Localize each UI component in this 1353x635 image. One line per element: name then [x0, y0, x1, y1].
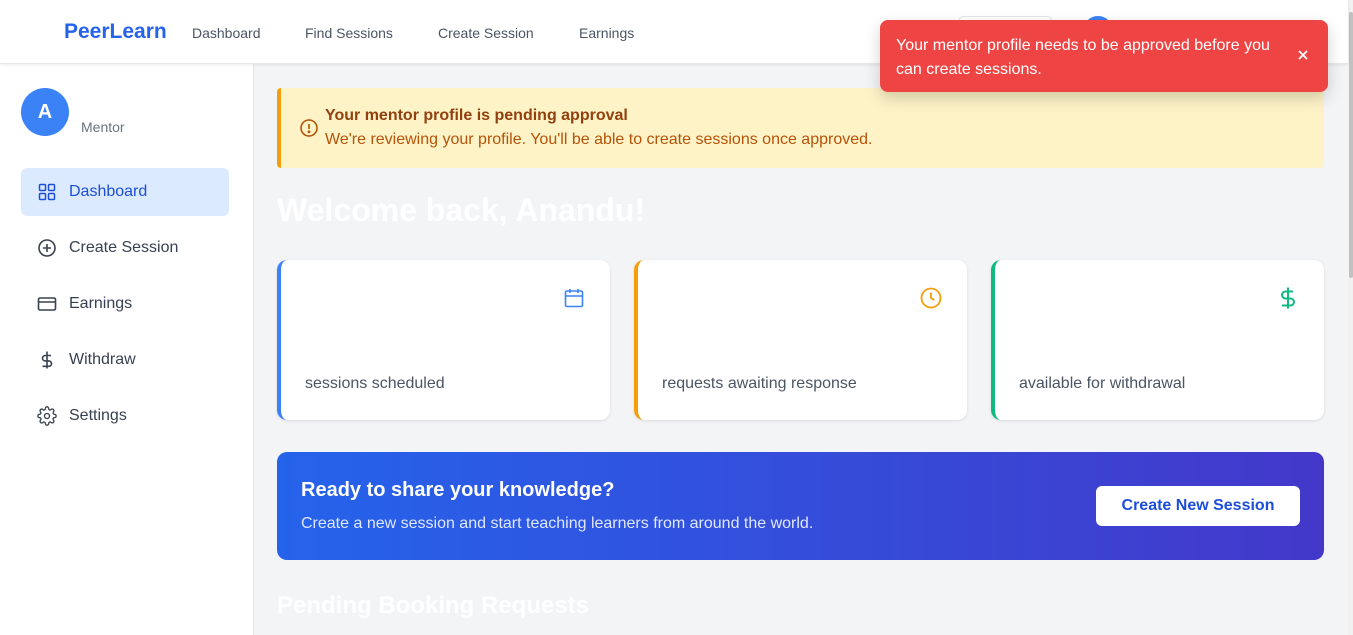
gear-icon [37, 406, 57, 426]
alert-title: Your mentor profile is pending approval [325, 107, 628, 124]
clock-icon [919, 286, 943, 310]
sidebar-item-withdraw[interactable]: Withdraw [21, 336, 229, 384]
sidebar-item-create-session[interactable]: Create Session [21, 224, 229, 272]
sidebar-item-label: Create Session [69, 239, 179, 256]
stat-card-sessions: sessions scheduled [277, 260, 610, 420]
nav-link-dashboard[interactable]: Dashboard [192, 25, 261, 41]
sidebar: A Mentor Dashboard Create Session Earnin… [0, 64, 254, 635]
brand-logo[interactable]: PeerLearn [64, 20, 167, 44]
create-new-session-button[interactable]: Create New Session [1096, 486, 1300, 526]
pending-approval-alert: Your mentor profile is pending approval … [277, 88, 1324, 168]
sidebar-item-earnings[interactable]: Earnings [21, 280, 229, 328]
toast-message: Your mentor profile needs to be approved… [896, 37, 1270, 78]
close-icon[interactable] [1296, 48, 1310, 62]
sidebar-role: Mentor [81, 119, 125, 135]
sidebar-avatar: A [21, 88, 69, 136]
grid-icon [37, 182, 57, 202]
plus-circle-icon [37, 238, 57, 258]
cta-subtitle: Create a new session and start teaching … [301, 515, 814, 532]
sidebar-item-label: Settings [69, 407, 127, 424]
scrollbar-thumb[interactable] [1349, 12, 1353, 278]
error-toast: Your mentor profile needs to be approved… [880, 20, 1328, 92]
calendar-icon [562, 286, 586, 310]
nav-link-earnings[interactable]: Earnings [579, 25, 634, 41]
sidebar-item-dashboard[interactable]: Dashboard [21, 168, 229, 216]
stat-card-label: sessions scheduled [305, 375, 445, 392]
dollar-icon [37, 350, 57, 370]
stat-card-withdrawal: available for withdrawal [991, 260, 1324, 420]
credit-card-icon [37, 294, 57, 314]
dollar-icon [1276, 286, 1300, 310]
stat-card-label: requests awaiting response [662, 375, 857, 392]
sidebar-item-label: Dashboard [69, 183, 148, 200]
sidebar-item-settings[interactable]: Settings [21, 392, 229, 440]
nav-link-create-session[interactable]: Create Session [438, 25, 534, 41]
cta-title: Ready to share your knowledge? [301, 479, 615, 501]
stat-card-requests: requests awaiting response [634, 260, 967, 420]
alert-circle-icon [299, 118, 319, 138]
cta-banner: Ready to share your knowledge? Create a … [277, 452, 1324, 560]
sidebar-item-label: Withdraw [69, 351, 136, 368]
sidebar-item-label: Earnings [69, 295, 133, 312]
stat-card-label: available for withdrawal [1019, 375, 1186, 392]
welcome-heading: Welcome back, Anandu! [277, 192, 646, 228]
alert-body: We're reviewing your profile. You'll be … [325, 131, 873, 148]
nav-link-find-sessions[interactable]: Find Sessions [305, 25, 393, 41]
pending-requests-heading: Pending Booking Requests [277, 592, 590, 619]
